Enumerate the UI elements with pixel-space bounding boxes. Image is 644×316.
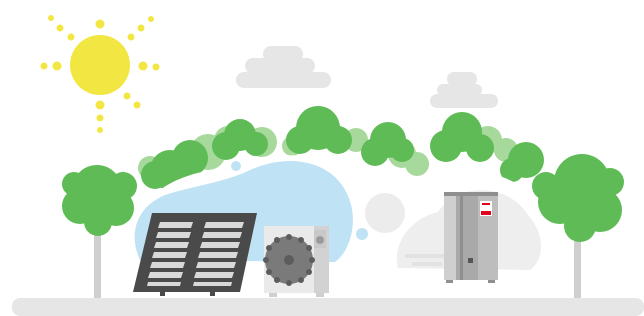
- sun-ray: [56, 24, 64, 32]
- sun-disc: [70, 35, 130, 95]
- sun-ray: [95, 19, 105, 29]
- sun-ray: [133, 101, 141, 109]
- heat-pump-outdoor-unit-icon: [263, 226, 329, 297]
- sun-ray: [127, 33, 135, 41]
- cloud-icon: [236, 46, 331, 88]
- sun-ray: [148, 16, 154, 22]
- sun-ray: [95, 100, 105, 110]
- sun-ray: [96, 114, 104, 122]
- tree-icon: [62, 165, 137, 299]
- sun-ray: [52, 61, 62, 71]
- cloud-icon: [430, 72, 498, 108]
- ground: [12, 298, 644, 316]
- sun-ray: [138, 61, 148, 71]
- sun-ray: [48, 15, 54, 21]
- sun-ray: [97, 127, 103, 133]
- heat-pump-indoor-unit-icon: [444, 192, 498, 283]
- heat-pump-illustration: [12, 15, 644, 316]
- sun-ray: [137, 24, 145, 32]
- tree-icon: [532, 154, 624, 298]
- sun-ray: [123, 92, 131, 100]
- sun-ray: [67, 33, 75, 41]
- solar-panel-icon: [133, 213, 257, 296]
- sun-icon: [40, 15, 160, 133]
- sun-ray: [152, 63, 160, 71]
- sun-ray: [40, 62, 48, 70]
